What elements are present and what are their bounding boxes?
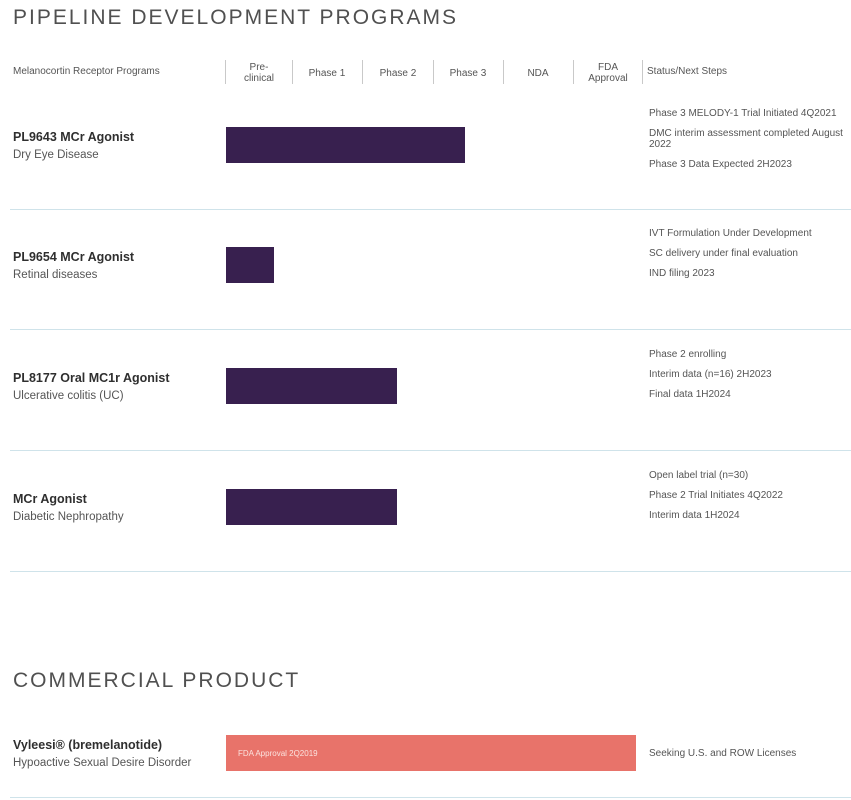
row-divider (10, 797, 851, 798)
column-nda: NDA (507, 58, 569, 88)
status-steps: Phase 2 enrolling Interim data (n=16) 2H2… (649, 349, 844, 409)
program-indication: Diabetic Nephropathy (13, 511, 124, 523)
column-divider (433, 60, 434, 84)
progress-bar (226, 247, 274, 283)
progress-bar (226, 127, 465, 163)
pipeline-title: PIPELINE DEVELOPMENT PROGRAMS (13, 6, 459, 29)
column-divider (642, 60, 643, 84)
table-header: Melanocortin Receptor Programs Pre-clini… (0, 56, 851, 90)
status-step: Open label trial (n=30) (649, 470, 749, 481)
row-divider (10, 209, 851, 210)
status-step: Phase 2 Trial Initiates 4Q2022 (649, 490, 783, 501)
status-steps: IVT Formulation Under Development SC deli… (649, 228, 844, 288)
progress-bar (226, 368, 397, 404)
program-name: PL8177 Oral MC1r Agonist (13, 371, 170, 385)
stage-label: NDA (527, 67, 549, 79)
product-indication: Hypoactive Sexual Desire Disorder (13, 757, 192, 769)
status-step: Phase 3 MELODY-1 Trial Initiated 4Q2021 (649, 108, 837, 119)
stage-label: Phase 3 (449, 67, 487, 79)
product-name: Vyleesi® (bremelanotide) (13, 738, 163, 752)
bar-label: FDA Approval 2Q2019 (238, 748, 318, 758)
column-divider (225, 60, 226, 84)
column-divider (503, 60, 504, 84)
status-step: SC delivery under final evaluation (649, 248, 798, 259)
column-divider (573, 60, 574, 84)
row-divider (10, 329, 851, 330)
status-step: Phase 2 enrolling (649, 349, 727, 360)
column-fda-approval: FDA Approval (577, 58, 639, 88)
progress-bar (226, 489, 397, 525)
column-phase1: Phase 1 (296, 58, 358, 88)
commercial-title: COMMERCIAL PRODUCT (13, 669, 301, 692)
stage-label: Phase 1 (308, 67, 346, 79)
status-column-header: Status/Next Steps (647, 66, 728, 77)
program-indication: Ulcerative colitis (UC) (13, 390, 124, 402)
row-divider (10, 571, 851, 572)
column-divider (362, 60, 363, 84)
status-steps: Phase 3 MELODY-1 Trial Initiated 4Q2021 D… (649, 108, 844, 179)
program-name: PL9654 MCr Agonist (13, 250, 135, 264)
column-phase2: Phase 2 (366, 58, 430, 88)
row-divider (10, 450, 851, 451)
status-step: Interim data (n=16) 2H2023 (649, 369, 772, 380)
program-indication: Retinal diseases (13, 269, 98, 281)
commercial-progress-bar: FDA Approval 2Q2019 (226, 735, 636, 771)
programs-column-header: Melanocortin Receptor Programs (13, 66, 160, 77)
column-preclinical: Pre-clinical (230, 58, 288, 88)
program-name: MCr Agonist (13, 492, 87, 506)
status-steps: Seeking U.S. and ROW Licenses (649, 748, 844, 768)
status-step: Phase 3 Data Expected 2H2023 (649, 159, 792, 170)
status-step: DMC interim assessment completed August … (649, 128, 843, 150)
status-step: Seeking U.S. and ROW Licenses (649, 748, 797, 759)
status-step: Final data 1H2024 (649, 389, 731, 400)
column-divider (292, 60, 293, 84)
status-step: IND filing 2023 (649, 268, 715, 279)
program-indication: Dry Eye Disease (13, 149, 99, 161)
program-name: PL9643 MCr Agonist (13, 130, 135, 144)
status-step: IVT Formulation Under Development (649, 228, 812, 239)
column-phase3: Phase 3 (437, 58, 499, 88)
stage-label: FDA Approval (588, 62, 628, 84)
stage-label: Pre-clinical (243, 62, 274, 84)
status-step: Interim data 1H2024 (649, 510, 740, 521)
status-steps: Open label trial (n=30) Phase 2 Trial Ini… (649, 470, 844, 530)
stage-label: Phase 2 (379, 67, 417, 79)
